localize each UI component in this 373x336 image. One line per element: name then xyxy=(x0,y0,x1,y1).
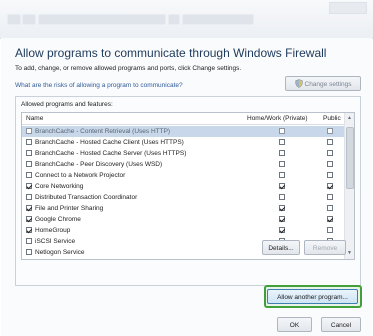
enabled-checkbox[interactable] xyxy=(26,216,32,222)
scroll-down-icon[interactable]: ▼ xyxy=(346,250,353,257)
public-checkbox[interactable] xyxy=(327,216,333,222)
table-row[interactable]: Connect to a Network Projector xyxy=(22,170,346,181)
risks-link[interactable]: What are the risks of allowing a program… xyxy=(15,82,183,89)
public-checkbox[interactable] xyxy=(327,205,333,211)
table-row[interactable]: Distributed Transaction Coordinator xyxy=(22,192,346,203)
column-name[interactable]: Name xyxy=(26,115,43,122)
page-title: Allow programs to communicate through Wi… xyxy=(15,46,327,60)
home-work-checkbox[interactable] xyxy=(279,172,285,178)
table-row[interactable]: HomeGroup xyxy=(22,225,346,236)
details-button[interactable]: Details... xyxy=(262,240,300,255)
public-checkbox[interactable] xyxy=(327,172,333,178)
program-name: BranchCache - Hosted Cache Client (Uses … xyxy=(35,138,184,146)
cancel-button[interactable]: Cancel xyxy=(321,317,361,332)
table-row[interactable]: File and Printer Sharing xyxy=(22,203,346,214)
home-work-checkbox[interactable] xyxy=(279,216,285,222)
instructions-text: To add, change, or remove allowed progra… xyxy=(15,65,242,72)
scrollbar[interactable]: ▲ ▼ xyxy=(344,113,354,259)
program-name: BranchCache - Hosted Cache Server (Uses … xyxy=(35,149,187,157)
enabled-checkbox[interactable] xyxy=(26,194,32,200)
ok-button[interactable]: OK xyxy=(277,317,312,332)
allow-another-program-button[interactable]: Allow another program... xyxy=(267,289,358,304)
enabled-checkbox[interactable] xyxy=(26,161,32,167)
column-home[interactable]: Home/Work (Private) xyxy=(247,115,308,122)
home-work-checkbox[interactable] xyxy=(279,150,285,156)
public-checkbox[interactable] xyxy=(327,194,333,200)
public-checkbox[interactable] xyxy=(327,161,333,167)
home-work-checkbox[interactable] xyxy=(279,161,285,167)
public-checkbox[interactable] xyxy=(327,139,333,145)
title-bar xyxy=(0,0,373,39)
program-name: File and Printer Sharing xyxy=(35,204,104,212)
public-checkbox[interactable] xyxy=(327,183,333,189)
home-work-checkbox[interactable] xyxy=(279,194,285,200)
firewall-dialog: Allow programs to communicate through Wi… xyxy=(1,38,372,336)
enabled-checkbox[interactable] xyxy=(26,249,32,255)
table-row[interactable]: BranchCache - Content Retrieval (Uses HT… xyxy=(22,126,346,137)
remove-button[interactable]: Remove xyxy=(304,240,346,255)
enabled-checkbox[interactable] xyxy=(26,238,32,244)
list-header: Name Home/Work (Private) Public xyxy=(22,113,346,125)
program-name: Connect to a Network Projector xyxy=(35,171,126,179)
enabled-checkbox[interactable] xyxy=(26,183,32,189)
enabled-checkbox[interactable] xyxy=(26,128,32,134)
enabled-checkbox[interactable] xyxy=(26,150,32,156)
home-work-checkbox[interactable] xyxy=(279,128,285,134)
window-controls[interactable] xyxy=(329,2,367,14)
back-button[interactable] xyxy=(7,14,21,25)
public-checkbox[interactable] xyxy=(327,227,333,233)
search-box[interactable] xyxy=(182,14,254,25)
enabled-checkbox[interactable] xyxy=(26,205,32,211)
home-work-checkbox[interactable] xyxy=(279,183,285,189)
change-settings-label: Change settings xyxy=(304,81,352,88)
table-row[interactable]: Google Chrome xyxy=(22,214,346,225)
program-name: BranchCache - Peer Discovery (Uses WSD) xyxy=(35,160,163,168)
enabled-checkbox[interactable] xyxy=(26,227,32,233)
forward-button[interactable] xyxy=(22,14,36,25)
public-checkbox[interactable] xyxy=(327,150,333,156)
public-checkbox[interactable] xyxy=(327,128,333,134)
program-name: Core Networking xyxy=(35,182,84,190)
enabled-checkbox[interactable] xyxy=(26,172,32,178)
table-row[interactable]: BranchCache - Hosted Cache Client (Uses … xyxy=(22,137,346,148)
enabled-checkbox[interactable] xyxy=(26,139,32,145)
shield-icon xyxy=(294,79,303,88)
program-name: BranchCache - Content Retrieval (Uses HT… xyxy=(35,127,171,135)
program-name: Netlogon Service xyxy=(35,248,85,256)
home-work-checkbox[interactable] xyxy=(279,227,285,233)
column-public[interactable]: Public xyxy=(323,115,341,122)
program-name: HomeGroup xyxy=(35,226,71,234)
table-row[interactable]: BranchCache - Hosted Cache Server (Uses … xyxy=(22,148,346,159)
program-name: Distributed Transaction Coordinator xyxy=(35,193,138,201)
group-label: Allowed programs and features: xyxy=(21,101,113,108)
program-name: iSCSI Service xyxy=(35,237,76,245)
programs-list[interactable]: Name Home/Work (Private) Public BranchCa… xyxy=(21,112,355,260)
change-settings-button[interactable]: Change settings xyxy=(285,76,361,91)
table-row[interactable]: Core Networking xyxy=(22,181,346,192)
allowed-programs-group: Allowed programs and features: Name Home… xyxy=(15,96,361,286)
program-name: Google Chrome xyxy=(35,215,81,223)
address-bar[interactable] xyxy=(38,14,166,25)
scroll-up-icon[interactable]: ▲ xyxy=(346,115,353,122)
scroll-thumb[interactable] xyxy=(346,127,354,189)
home-work-checkbox[interactable] xyxy=(279,139,285,145)
refresh-button[interactable] xyxy=(168,14,180,25)
home-work-checkbox[interactable] xyxy=(279,205,285,211)
table-row[interactable]: BranchCache - Peer Discovery (Uses WSD) xyxy=(22,159,346,170)
